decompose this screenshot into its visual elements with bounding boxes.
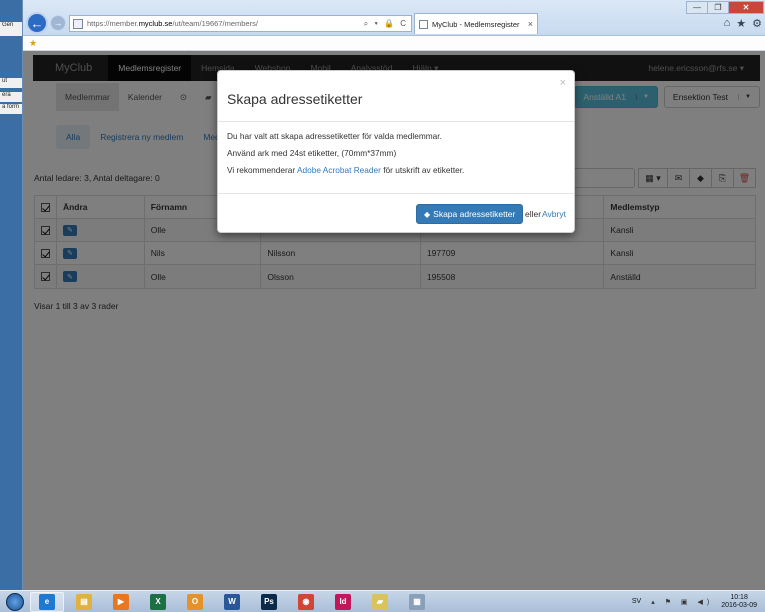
tray-icons[interactable]: ▴ ⚑ ▣ ◀) <box>651 598 713 606</box>
word-icon: W <box>224 593 240 610</box>
dialog-text: Använd ark med 24st etiketter, (70mm*37m… <box>227 148 397 158</box>
acrobat-link[interactable]: Adobe Acrobat Reader <box>297 165 381 175</box>
create-labels-button[interactable]: ◆ Skapa adressetiketter <box>416 204 524 224</box>
desktop-strip: Gen ut era a form <box>0 0 22 590</box>
cancel-link[interactable]: Avbryt <box>542 209 566 219</box>
favorites-star-icon[interactable]: ★ <box>736 17 746 30</box>
close-window-button[interactable]: ✕ <box>728 1 764 14</box>
back-button[interactable]: ← <box>26 12 48 34</box>
tab-favicon-icon <box>419 19 428 29</box>
taskbar-chrome-icon[interactable]: ◉ <box>289 592 323 612</box>
label-dialog: Skapa adressetiketter × Du har valt att … <box>217 70 575 233</box>
clock-date: 2016-03-09 <box>721 601 757 609</box>
taskbar-media-icon[interactable]: ▶ <box>104 592 138 612</box>
browser-tab[interactable]: MyClub - Medlemsregister × <box>414 13 538 34</box>
start-button[interactable] <box>0 591 30 612</box>
browser-chrome: ← → https://member.myclub.se/ut/team/196… <box>23 0 765 36</box>
chrome-icon: ◉ <box>298 593 314 610</box>
or-text: eller <box>525 209 542 219</box>
forward-button[interactable]: → <box>50 15 66 31</box>
dialog-footer: ◆ Skapa adressetiketter eller Avbryt <box>218 194 574 233</box>
taskbar-excel-icon[interactable]: X <box>141 592 175 612</box>
calculator-icon: ▦ <box>409 593 425 610</box>
tag-icon: ◆ <box>424 209 431 219</box>
indesign-icon: Id <box>335 593 351 610</box>
language-indicator[interactable]: SV <box>632 598 641 605</box>
dialog-text: Du har valt att skapa adressetiketter fö… <box>227 131 442 141</box>
tab-close-icon[interactable]: × <box>528 19 533 29</box>
stickies-icon: ▰ <box>372 593 388 610</box>
home-icon[interactable]: ⌂ <box>724 17 731 30</box>
taskbar-photoshop-icon[interactable]: Ps <box>252 592 286 612</box>
excel-icon: X <box>150 593 166 610</box>
taskbar-explorer-icon[interactable]: ▤ <box>67 592 101 612</box>
favorites-bar: ★ <box>23 36 765 51</box>
dialog-title: Skapa adressetiketter <box>227 91 363 107</box>
taskbar: e ▤ ▶ X O W Ps ◉ Id ▰ ▦ SV ▴ ⚑ ▣ ◀) 10:18 2016-03-… <box>0 590 765 612</box>
minimize-button[interactable]: — <box>686 1 708 14</box>
taskbar-indesign-icon[interactable]: Id <box>326 592 360 612</box>
ie-icon: e <box>39 593 55 610</box>
maximize-button[interactable]: ❐ <box>707 1 729 14</box>
taskbar-stickies-icon[interactable]: ▰ <box>363 592 397 612</box>
dialog-text: Vi rekommenderar Adobe Acrobat Reader fö… <box>227 165 465 175</box>
desktop-item[interactable]: ut <box>0 78 22 88</box>
taskbar-ie-icon[interactable]: e <box>30 591 64 612</box>
browser-window: ← → https://member.myclub.se/ut/team/196… <box>22 0 765 590</box>
media-icon: ▶ <box>113 593 129 610</box>
windows-icon <box>6 592 24 611</box>
taskbar-outlook-icon[interactable]: O <box>178 592 212 612</box>
tab-title: MyClub - Medlemsregister <box>432 19 520 29</box>
desktop-item[interactable]: era <box>0 92 22 102</box>
dialog-body: Du har valt att skapa adressetiketter fö… <box>218 122 574 194</box>
add-favorite-icon[interactable]: ★ <box>29 38 37 49</box>
system-tray: SV ▴ ⚑ ▣ ◀) 10:18 2016-03-09 <box>632 594 765 610</box>
settings-gear-icon[interactable]: ⚙ <box>752 17 762 30</box>
url-text[interactable]: https://member.myclub.se/ut/team/19667/m… <box>87 19 364 28</box>
address-actions-icon[interactable]: ⌕ ▾ 🔒 C <box>364 19 411 29</box>
taskbar-calculator-icon[interactable]: ▦ <box>400 592 434 612</box>
taskbar-word-icon[interactable]: W <box>215 592 249 612</box>
explorer-icon: ▤ <box>76 593 92 610</box>
window-controls: — ❐ ✕ <box>686 1 764 14</box>
desktop-item[interactable]: Gen <box>0 22 22 36</box>
dialog-header: Skapa adressetiketter × <box>218 71 574 122</box>
close-icon[interactable]: × <box>560 77 566 89</box>
page-icon <box>73 18 83 29</box>
browser-tools: ⌂ ★ ⚙ <box>724 17 762 30</box>
clock[interactable]: 10:18 2016-03-09 <box>721 594 757 610</box>
outlook-icon: O <box>187 593 203 610</box>
photoshop-icon: Ps <box>261 593 277 610</box>
address-bar[interactable]: https://member.myclub.se/ut/team/19667/m… <box>69 15 412 32</box>
clock-time: 10:18 <box>730 593 748 601</box>
desktop-item[interactable]: a form <box>0 104 22 114</box>
